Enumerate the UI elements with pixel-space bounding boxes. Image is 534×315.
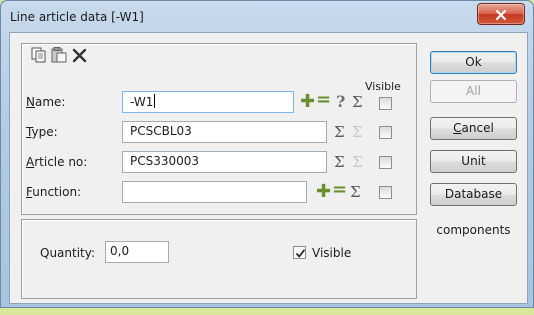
- quantity-label: Quantity:: [40, 246, 96, 260]
- visible-column-header: Visible: [365, 80, 401, 93]
- unit-button[interactable]: Unit: [430, 150, 517, 173]
- function-label: Function:: [26, 185, 82, 199]
- remove-icon[interactable]: =: [332, 181, 347, 199]
- name-input[interactable]: -W1: [122, 91, 294, 113]
- all-button[interactable]: All: [430, 80, 517, 103]
- close-icon: [495, 9, 507, 21]
- quantity-input[interactable]: 0,0: [105, 241, 169, 263]
- title-bar[interactable]: Line article data [-W1]: [1, 1, 533, 31]
- article-no-visible-checkbox[interactable]: [379, 156, 392, 169]
- visible-checkbox[interactable]: [293, 246, 306, 259]
- copy-icon[interactable]: [31, 47, 47, 63]
- function-visible-checkbox[interactable]: [379, 186, 392, 199]
- sum-disabled-icon: Σ: [352, 153, 363, 171]
- ok-button[interactable]: Ok: [430, 51, 517, 74]
- type-label: Type:: [26, 125, 58, 139]
- article-no-input[interactable]: PCS330003: [122, 151, 327, 173]
- sum-icon[interactable]: Σ: [334, 154, 345, 170]
- sum-icon[interactable]: Σ: [334, 124, 345, 140]
- function-input[interactable]: [122, 181, 307, 203]
- dialog-window: Line article data [-W1] Visible Name: -W…: [0, 0, 534, 308]
- add-icon[interactable]: ✚: [316, 183, 331, 201]
- type-visible-checkbox[interactable]: [379, 126, 392, 139]
- name-visible-checkbox[interactable]: [379, 97, 392, 110]
- delete-icon[interactable]: [72, 47, 88, 63]
- close-button[interactable]: [477, 3, 525, 25]
- remove-icon[interactable]: =: [316, 91, 331, 109]
- sum-icon[interactable]: Σ: [352, 94, 363, 110]
- add-icon[interactable]: ✚: [300, 93, 315, 111]
- sum-icon[interactable]: Σ: [350, 184, 361, 200]
- checkmark-icon: [295, 249, 306, 258]
- help-icon[interactable]: ?: [336, 94, 345, 110]
- paste-icon[interactable]: [51, 47, 67, 63]
- article-no-label: Article no:: [26, 155, 88, 169]
- dialog-client: Visible Name: -W1 ✚ = ? Σ Type: PCSCBL03…: [9, 32, 528, 304]
- type-input[interactable]: PCSCBL03: [122, 121, 327, 143]
- sum-disabled-icon: Σ: [352, 123, 363, 141]
- database-button[interactable]: Database: [430, 183, 517, 206]
- window-title: Line article data [-W1]: [10, 10, 144, 24]
- components-label: components: [436, 223, 511, 237]
- cancel-button[interactable]: Cancel: [430, 117, 517, 140]
- name-label: Name:: [26, 95, 66, 109]
- visible-checkbox-label: Visible: [312, 246, 352, 260]
